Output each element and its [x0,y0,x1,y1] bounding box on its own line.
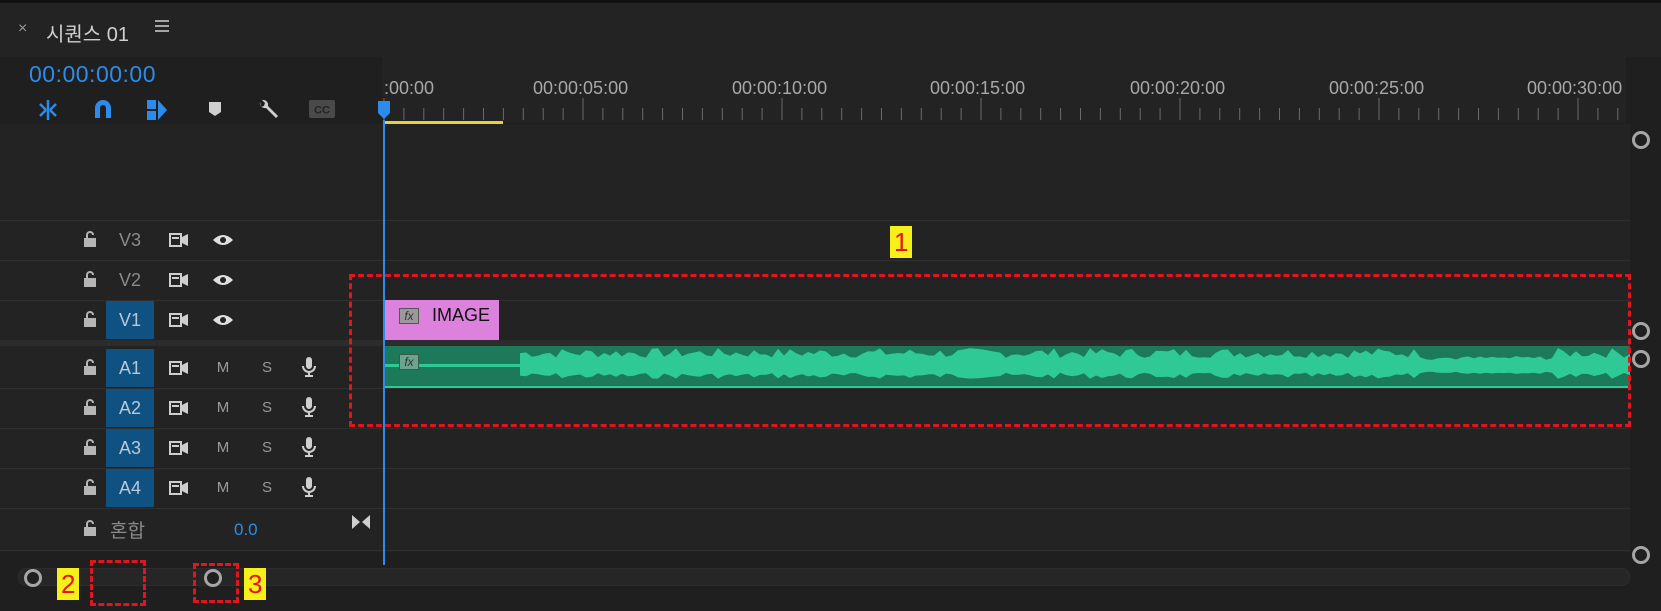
annotation-box-3 [193,563,239,603]
annotation-tag-3: 3 [244,568,267,600]
mute-button-a3[interactable]: M [213,439,233,456]
sync-lock-icon[interactable] [168,272,190,288]
captions-icon[interactable]: CC [309,100,335,118]
vscroll-top-handle[interactable] [1632,131,1650,149]
mix-volume-value[interactable]: 0.0 [234,520,258,540]
track-label-a3[interactable]: A3 [106,429,154,467]
playhead-handle-icon[interactable] [377,100,391,120]
linked-selection-icon[interactable] [145,98,169,122]
lock-icon[interactable] [82,477,98,497]
sequence-tab-title[interactable]: 시퀀스 01 [46,18,129,47]
lock-icon[interactable] [82,269,98,289]
sync-lock-icon[interactable] [168,312,190,328]
lock-icon[interactable] [82,309,98,329]
sync-lock-icon[interactable] [168,400,190,416]
playhead-timecode[interactable]: 00:00:00:00 [29,61,156,88]
eye-icon[interactable] [211,232,235,248]
svg-text:CC: CC [314,105,330,117]
ruler-label-0: :00:00 [384,78,435,98]
microphone-icon[interactable] [300,356,318,378]
track-label-v3[interactable]: V3 [106,221,154,259]
ruler-label-15s: 00:00:15:00 [930,78,1026,98]
hamburger-menu-icon[interactable] [155,20,169,32]
hscroll-left-handle[interactable] [24,569,42,587]
vscroll-audio-top-handle[interactable] [1632,350,1650,368]
annotation-box-2 [90,560,146,606]
microphone-icon[interactable] [300,476,318,498]
solo-button-a1[interactable]: S [257,359,277,376]
mute-button-a1[interactable]: M [213,359,233,376]
sync-lock-icon[interactable] [168,480,190,496]
lock-icon[interactable] [82,229,98,249]
ruler-label-5s: 00:00:05:00 [533,78,629,98]
vscroll-bottom-handle[interactable] [1632,546,1650,564]
lock-icon[interactable] [82,437,98,457]
snap-insert-icon[interactable] [36,98,60,122]
panel-header [0,0,1661,57]
solo-button-a3[interactable]: S [257,439,277,456]
sync-lock-icon[interactable] [168,360,190,376]
row-divider [0,508,1630,509]
microphone-icon[interactable] [300,396,318,418]
annotation-box-1 [349,274,1631,427]
lock-icon[interactable] [82,397,98,417]
track-headers [0,124,382,552]
marker-icon[interactable] [207,100,223,118]
annotation-tag-2: 2 [57,568,80,600]
wrench-icon[interactable] [255,97,281,123]
row-divider [0,468,1630,469]
track-label-v2[interactable]: V2 [106,261,154,299]
row-divider [0,428,1630,429]
track-label-v1[interactable]: V1 [106,301,154,339]
microphone-icon[interactable] [300,436,318,458]
track-label-a2[interactable]: A2 [106,389,154,427]
row-divider [0,550,1630,551]
mute-button-a2[interactable]: M [213,399,233,416]
lock-icon[interactable] [82,357,98,377]
ruler-label-20s: 00:00:20:00 [1130,78,1226,98]
mix-track-label: 혼합 [110,521,145,542]
ruler-label-25s: 00:00:25:00 [1329,78,1425,98]
annotation-tag-1: 1 [890,226,913,258]
solo-button-a2[interactable]: S [257,399,277,416]
sync-lock-icon[interactable] [168,440,190,456]
mute-button-a4[interactable]: M [213,479,233,496]
eye-icon[interactable] [211,272,235,288]
sync-lock-icon[interactable] [168,232,190,248]
ruler-ticks [383,98,1619,120]
row-divider [0,260,1630,261]
lock-icon[interactable] [82,518,98,538]
vscroll-video-bottom-handle[interactable] [1632,322,1650,340]
eye-icon[interactable] [211,312,235,328]
ruler-label-10s: 00:00:10:00 [732,78,828,98]
track-height-toggle-icon[interactable] [350,513,372,531]
row-divider [0,220,1630,221]
ruler-label-30s: 00:00:30:00 [1527,78,1623,98]
magnet-icon[interactable] [92,98,114,120]
track-label-a4[interactable]: A4 [106,469,154,507]
solo-button-a4[interactable]: S [257,479,277,496]
track-label-a1[interactable]: A1 [106,349,154,387]
close-tab-button[interactable]: × [18,20,27,38]
